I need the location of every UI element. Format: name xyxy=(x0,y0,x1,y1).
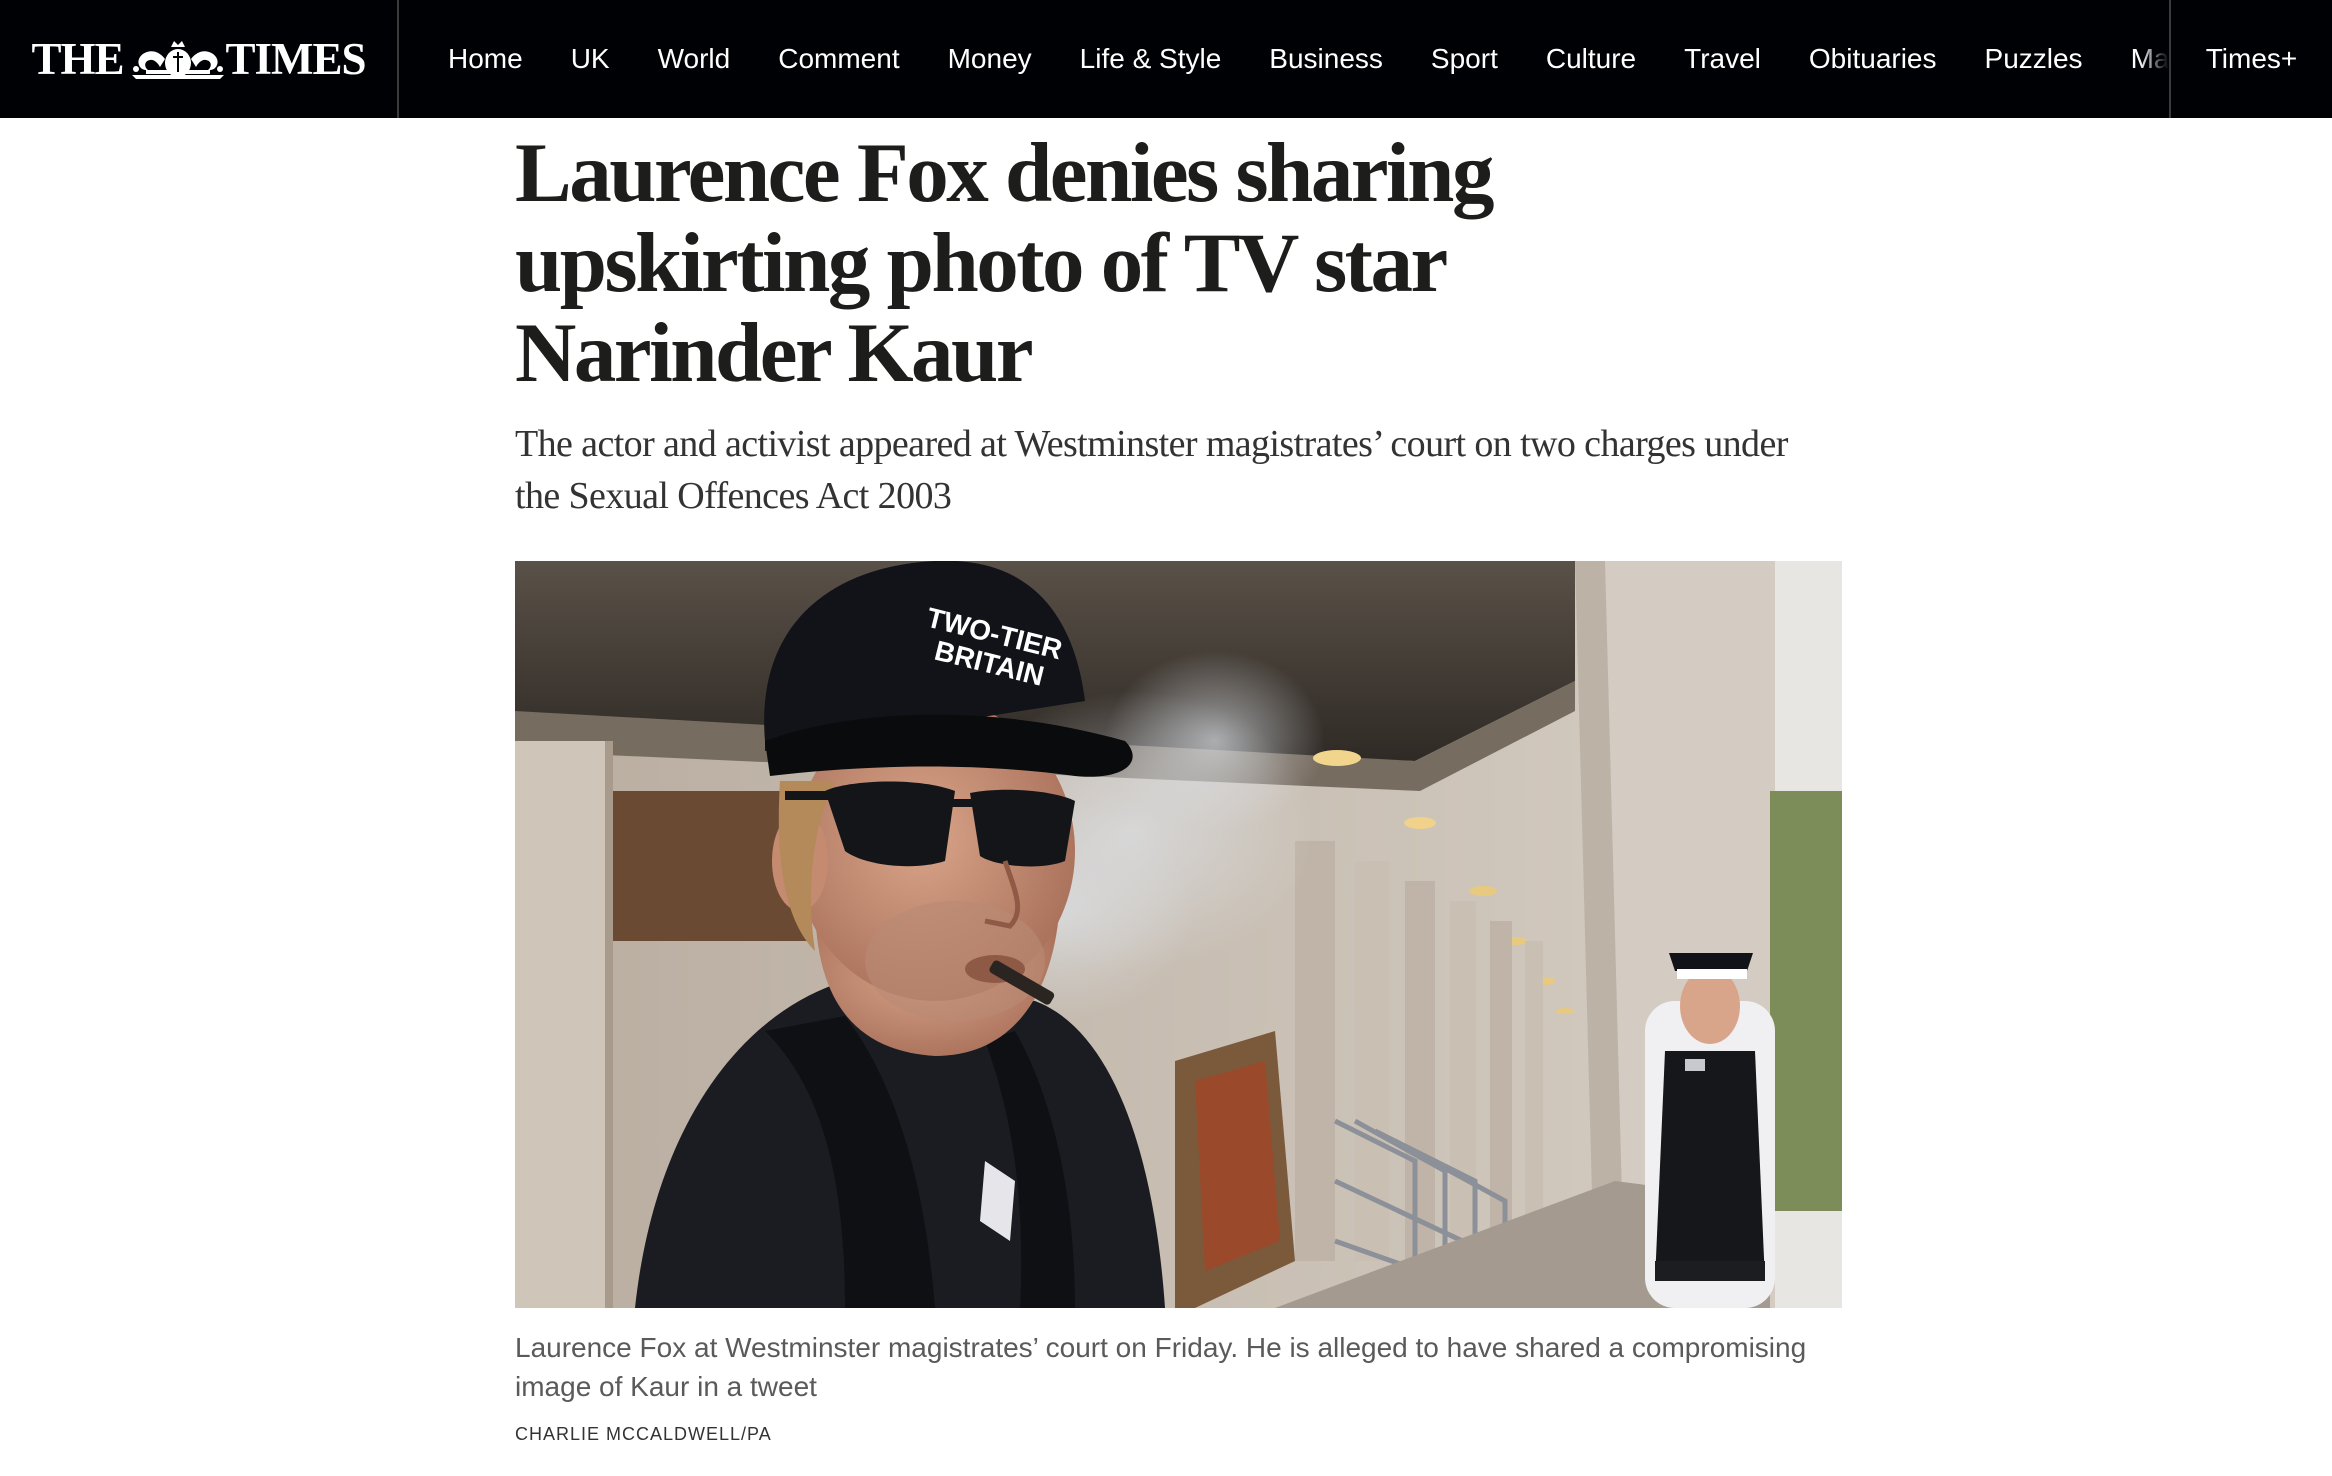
the-times-logo[interactable]: THE TIMES xyxy=(0,0,399,118)
nav-item-sport[interactable]: Sport xyxy=(1407,0,1522,118)
police-officer xyxy=(1645,953,1775,1308)
nav-item-money[interactable]: Money xyxy=(924,0,1056,118)
times-plus-link[interactable]: Times+ xyxy=(2169,0,2332,118)
article-header: Laurence Fox denies sharing upskirting p… xyxy=(515,118,1845,522)
nav-item-business[interactable]: Business xyxy=(1245,0,1407,118)
royal-crest-icon xyxy=(131,41,224,79)
lead-photo-illustration: TWO-TIER BRITAIN xyxy=(515,561,1842,1308)
lead-photo: TWO-TIER BRITAIN xyxy=(515,561,1842,1308)
nav-item-home[interactable]: Home xyxy=(424,0,547,118)
nav-item-life-style[interactable]: Life & Style xyxy=(1056,0,1246,118)
nav-item-puzzles[interactable]: Puzzles xyxy=(1961,0,2107,118)
nav-item-obituaries[interactable]: Obituaries xyxy=(1785,0,1961,118)
nav-overflow-fade xyxy=(2139,0,2169,118)
article-headline: Laurence Fox denies sharing upskirting p… xyxy=(515,126,1494,400)
article-standfirst: The actor and activist appeared at Westm… xyxy=(515,423,1788,517)
nav-item-culture[interactable]: Culture xyxy=(1522,0,1660,118)
logo-word-the: THE xyxy=(31,33,124,84)
logo-word-times: TIMES xyxy=(225,33,367,84)
photo-credit: CHARLIE MCCALDWELL/PA xyxy=(515,1424,772,1444)
nav-item-uk[interactable]: UK xyxy=(547,0,634,118)
photo-caption: Laurence Fox at Westminster magistrates’… xyxy=(515,1332,1807,1402)
nav-item-comment[interactable]: Comment xyxy=(754,0,923,118)
top-navigation-bar: THE TIMES Home UK World Comment Money Li… xyxy=(0,0,2332,118)
nav-item-travel[interactable]: Travel xyxy=(1660,0,1785,118)
nav-item-world[interactable]: World xyxy=(634,0,755,118)
section-nav: Home UK World Comment Money Life & Style… xyxy=(399,0,2169,118)
